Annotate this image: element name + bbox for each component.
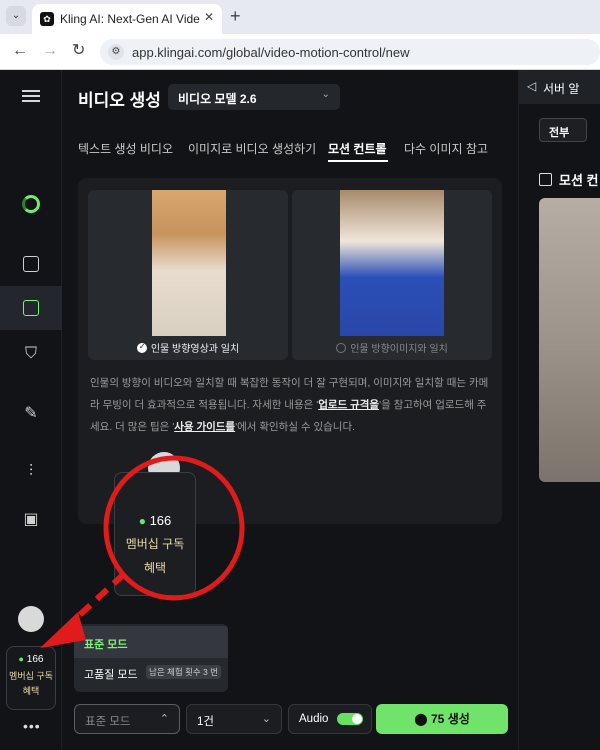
tab-search-chevron-icon[interactable]: ⌄ (6, 6, 26, 26)
dog-in-tracksuit-image (340, 190, 444, 336)
active-tab-indicator (328, 160, 388, 162)
kling-logo-icon[interactable] (0, 182, 62, 226)
speaker-icon: ◁ (527, 79, 537, 93)
credit-count: 166 (26, 654, 44, 665)
high-quality-mode-label: 고품질 모드 (84, 669, 138, 681)
image-option-caption: 인물 방향이미지와 일치 (292, 340, 492, 355)
browser-tab[interactable]: ✿ Kling AI: Next-Gen AI Video & ✕ (32, 4, 222, 34)
effects-icon[interactable]: ⛉ (0, 332, 62, 376)
audio-toggle[interactable] (337, 713, 363, 725)
tab-title: Kling AI: Next-Gen AI Video & (60, 12, 200, 26)
page-title: 비디오 생성 (78, 91, 161, 110)
checked-radio-icon (136, 342, 147, 353)
main-panel: 비디오 생성 비디오 모델 2.6 ⌄ 텍스트 생성 비디오 이미지로 비디오 … (62, 70, 518, 750)
new-tab-icon[interactable]: + (230, 6, 241, 26)
model-select[interactable]: 비디오 모델 2.6 ⌄ (168, 84, 340, 110)
generation-controls: 표준 모드 ⌃ 1건 ⌄ Audio ⬤ 75 생성 (74, 704, 514, 734)
filter-all-label: 전부 (549, 127, 570, 139)
orientation-image-option[interactable]: 인물 방향이미지와 일치 (292, 190, 492, 360)
video-option-caption: 인물 방향영상과 일치 (88, 340, 288, 355)
hamburger-menu-icon[interactable] (0, 74, 62, 118)
audio-label: Audio (299, 713, 329, 725)
radio-icon (336, 343, 347, 353)
model-select-value: 비디오 모델 2.6 (178, 92, 257, 106)
address-bar: ← → ↻ ⚙ app.klingai.com/global/video-mot… (0, 34, 600, 70)
filter-all-button[interactable]: 전부 (539, 118, 587, 142)
app-root: ⛉ ✎ ⫶ ▣ ● 166 멤버십 구독 혜택 ••• 비디오 생성 비디오 모… (0, 70, 600, 750)
chevron-down-icon: ⌄ (321, 89, 330, 100)
menu-item-standard-mode[interactable]: 표준 모드 (74, 626, 228, 658)
more-icon[interactable]: ••• (23, 718, 41, 734)
audio-toggle-group: Audio (288, 704, 372, 734)
user-guide-link[interactable]: 사용 가이드를 (174, 421, 235, 433)
sidebar-membership-card[interactable]: ● 166 멤버십 구독 혜택 (6, 646, 56, 710)
reload-icon[interactable]: ↻ (72, 42, 85, 60)
url-text: app.klingai.com/global/video-motion-cont… (132, 45, 410, 60)
kling-favicon-icon: ✿ (40, 12, 54, 26)
avatar-tool-icon[interactable]: ▣ (0, 498, 62, 542)
chevron-up-icon: ⌃ (159, 713, 169, 725)
forward-arrow-icon[interactable]: → (42, 42, 58, 60)
count-select-value: 1건 (197, 716, 214, 728)
back-arrow-icon[interactable]: ← (12, 42, 28, 60)
zoomed-credit-row: ● 166 (115, 513, 195, 528)
motion-control-icon (539, 173, 552, 186)
result-video-thumbnail[interactable] (539, 198, 600, 482)
zoomed-credit-count: 166 (149, 513, 172, 528)
credit-count-row: ● 166 (7, 654, 55, 665)
edit-icon[interactable]: ✎ (0, 392, 62, 436)
zoomed-benefit-label: 혜택 (143, 561, 167, 575)
generate-label: 생성 (447, 712, 470, 726)
zoomed-membership-card: ● 166 멤버십 구독 혜택 (114, 472, 196, 596)
tab-image-to-video[interactable]: 이미지로 비디오 생성하기 (188, 140, 316, 157)
menu-item-high-quality-mode[interactable]: 고품질 모드 남은 체험 횟수 3 번 (74, 656, 228, 688)
membership-label: 멤버십 구독 (9, 671, 53, 681)
standard-mode-label: 표준 모드 (84, 639, 128, 651)
image-option-label: 인물 방향이미지와 일치 (350, 344, 448, 355)
section-title: 모션 컨 (559, 173, 599, 188)
chevron-down-icon: ⌄ (261, 713, 271, 725)
credit-drop-icon: ● (18, 654, 24, 664)
mode-select[interactable]: 표준 모드 ⌃ (74, 704, 180, 734)
image-generation-icon[interactable] (0, 242, 62, 286)
credit-drop-icon: ⬤ (414, 712, 428, 726)
description-text: '에서 확인하실 수 있습니다. (235, 421, 356, 433)
tab-multi-image[interactable]: 다수 이미지 참고 (404, 140, 488, 157)
credit-drop-icon: ● (138, 514, 146, 528)
benefit-label: 혜택 (22, 686, 40, 696)
generate-cost: 75 (430, 712, 445, 726)
generate-button[interactable]: ⬤ 75 생성 (376, 704, 508, 734)
mode-dropdown-menu: 표준 모드 고품질 모드 남은 체험 횟수 3 번 (74, 624, 228, 692)
count-select[interactable]: 1건 ⌄ (186, 704, 282, 734)
video-option-label: 인물 방향영상과 일치 (150, 344, 240, 355)
zoomed-membership-label: 멤버십 구독 (125, 537, 185, 551)
video-generation-icon[interactable] (0, 286, 62, 330)
close-tab-icon[interactable]: ✕ (204, 10, 214, 24)
server-notice-bar[interactable]: ◁ 서버 알 (519, 70, 600, 104)
audio-icon[interactable]: ⫶ (0, 450, 62, 494)
tab-motion-control[interactable]: 모션 컨트롤 (328, 140, 387, 157)
orientation-description: 인물의 방향이 비디오와 일치할 때 복잡한 동작이 더 잘 구현되며, 이미지… (90, 372, 490, 438)
site-info-icon[interactable]: ⚙ (108, 44, 124, 60)
url-field[interactable]: ⚙ app.klingai.com/global/video-motion-co… (100, 39, 600, 65)
trial-remaining-badge: 남은 체험 횟수 3 번 (146, 665, 221, 679)
tab-text-to-video[interactable]: 텍스트 생성 비디오 (78, 140, 173, 157)
upload-spec-link[interactable]: 업로드 규격을 (318, 399, 379, 411)
orientation-video-option[interactable]: 인물 방향영상과 일치 (88, 190, 288, 360)
avatar[interactable] (18, 606, 44, 632)
sidebar: ⛉ ✎ ⫶ ▣ ● 166 멤버십 구독 혜택 ••• (0, 70, 62, 750)
browser-tab-bar: ⌄ ✿ Kling AI: Next-Gen AI Video & ✕ + (0, 0, 600, 34)
dog-in-fur-suit-image (152, 190, 226, 336)
mode-select-value: 표준 모드 (85, 716, 131, 728)
server-notice-text: 서버 알 (543, 82, 580, 96)
right-panel: ◁ 서버 알 전부 모션 컨 (518, 70, 600, 750)
